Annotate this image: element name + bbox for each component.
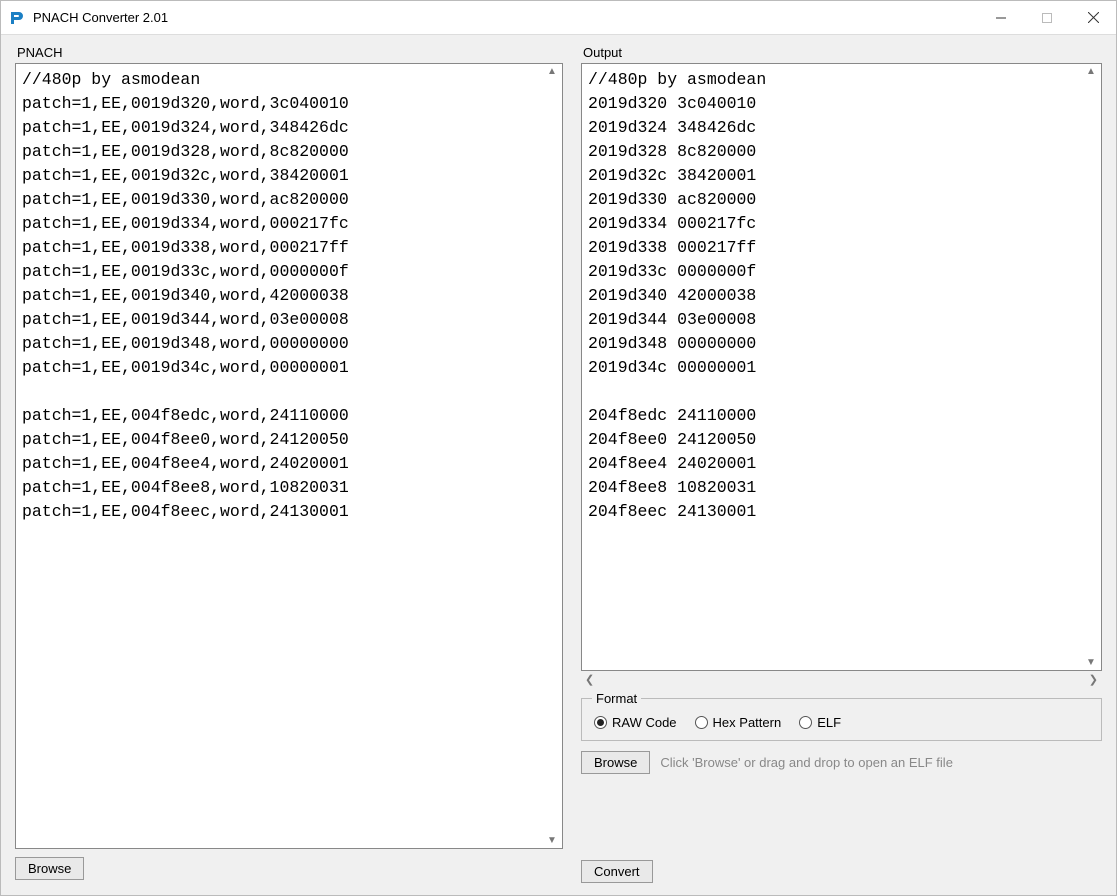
- titlebar[interactable]: PNACH Converter 2.01: [1, 1, 1116, 35]
- pnach-textarea-wrap: //480p by asmodean patch=1,EE,0019d320,w…: [15, 63, 563, 849]
- client-area: PNACH //480p by asmodean patch=1,EE,0019…: [1, 35, 1116, 895]
- format-group: Format RAW Code Hex Pattern ELF: [581, 698, 1102, 741]
- radio-hex-input[interactable]: [695, 716, 708, 729]
- output-textarea[interactable]: //480p by asmodean 2019d320 3c040010 201…: [582, 64, 1081, 670]
- radio-elf[interactable]: ELF: [799, 715, 841, 730]
- radio-elf-input[interactable]: [799, 716, 812, 729]
- maximize-button[interactable]: [1024, 1, 1070, 34]
- scroll-down-icon[interactable]: ▼: [1083, 657, 1099, 668]
- output-label: Output: [583, 45, 1102, 60]
- radio-hex-label: Hex Pattern: [713, 715, 782, 730]
- radio-raw-input[interactable]: [594, 716, 607, 729]
- convert-row: Convert: [581, 860, 1102, 883]
- close-button[interactable]: [1070, 1, 1116, 34]
- app-icon: [9, 10, 25, 26]
- radio-elf-label: ELF: [817, 715, 841, 730]
- scroll-left-icon[interactable]: ❮: [585, 673, 594, 686]
- minimize-button[interactable]: [978, 1, 1024, 34]
- scroll-down-icon[interactable]: ▼: [544, 835, 560, 846]
- output-textarea-wrap: //480p by asmodean 2019d320 3c040010 201…: [581, 63, 1102, 671]
- pnach-bottom-row: Browse: [15, 857, 563, 880]
- radio-raw-label: RAW Code: [612, 715, 677, 730]
- main-window: PNACH Converter 2.01 PNACH //480p by asm…: [0, 0, 1117, 896]
- pnach-panel: PNACH //480p by asmodean patch=1,EE,0019…: [15, 45, 563, 883]
- scroll-right-icon[interactable]: ❯: [1089, 673, 1098, 686]
- output-hscroll[interactable]: ❮ ❯: [581, 671, 1102, 694]
- convert-button[interactable]: Convert: [581, 860, 653, 883]
- output-panel: Output //480p by asmodean 2019d320 3c040…: [581, 45, 1102, 883]
- pnach-label: PNACH: [17, 45, 563, 60]
- window-controls: [978, 1, 1116, 34]
- pnach-textarea[interactable]: //480p by asmodean patch=1,EE,0019d320,w…: [16, 64, 542, 848]
- scroll-up-icon[interactable]: ▲: [1083, 66, 1099, 77]
- scroll-up-icon[interactable]: ▲: [544, 66, 560, 77]
- elf-hint: Click 'Browse' or drag and drop to open …: [660, 755, 953, 770]
- elf-row: Browse Click 'Browse' or drag and drop t…: [581, 751, 1102, 774]
- pnach-browse-button[interactable]: Browse: [15, 857, 84, 880]
- radio-hex[interactable]: Hex Pattern: [695, 715, 782, 730]
- radio-raw[interactable]: RAW Code: [594, 715, 677, 730]
- elf-browse-button[interactable]: Browse: [581, 751, 650, 774]
- format-legend: Format: [592, 691, 641, 706]
- format-options: RAW Code Hex Pattern ELF: [594, 715, 1089, 730]
- window-title: PNACH Converter 2.01: [33, 10, 978, 25]
